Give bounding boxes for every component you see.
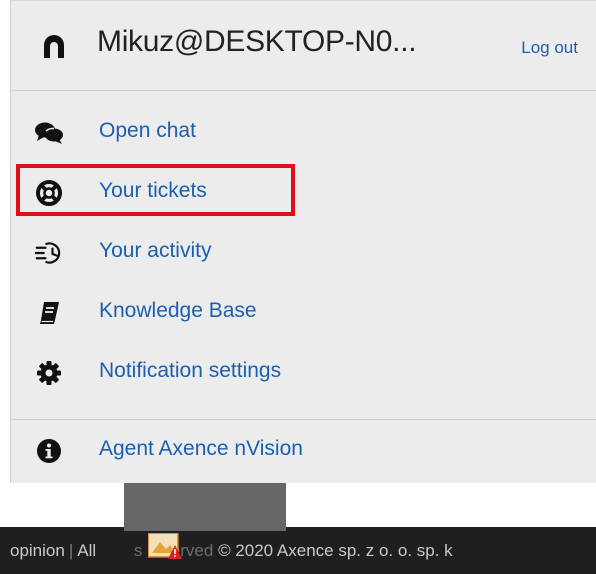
footer-bar: opinion | All s reserved © 2020 Axence sp.… xyxy=(0,527,596,574)
chat-bubbles-icon xyxy=(35,120,63,146)
menu-item-knowledge-base[interactable]: Knowledge Base xyxy=(11,283,596,343)
user-icon xyxy=(44,35,64,58)
menu-item-notification-settings[interactable]: Notification settings xyxy=(11,343,596,403)
logout-link[interactable]: Log out xyxy=(521,38,578,58)
menu-divider xyxy=(11,419,596,420)
footer-opinion-link[interactable]: opinion xyxy=(10,541,65,560)
info-icon xyxy=(35,438,63,464)
book-icon xyxy=(35,300,63,326)
highlight-box xyxy=(16,164,295,216)
username: Mikuz@DESKTOP-N0... xyxy=(97,25,417,58)
menu-item-label: Open chat xyxy=(99,119,196,142)
activity-clock-icon xyxy=(35,240,63,266)
footer-text: opinion | All s reserved © 2020 Axence sp.… xyxy=(10,541,453,561)
menu-item-your-activity[interactable]: Your activity xyxy=(11,223,596,283)
menu-item-open-chat[interactable]: Open chat xyxy=(11,103,596,163)
user-menu-panel: Mikuz@DESKTOP-N0... Log out Open chat Yo… xyxy=(10,0,596,483)
menu-item-label: Agent Axence nVision xyxy=(99,437,303,460)
menu-item-label: Notification settings xyxy=(99,359,282,382)
footer-separator: | xyxy=(68,541,74,560)
menu-header: Mikuz@DESKTOP-N0... Log out xyxy=(11,1,596,91)
menu-item-label: Knowledge Base xyxy=(99,299,257,322)
footer-rights-prefix: All xyxy=(77,541,97,560)
gear-icon xyxy=(35,360,63,386)
menu-item-agent-axence[interactable]: Agent Axence nVision xyxy=(11,421,596,481)
footer-copyright: © 2020 Axence sp. z o. o. sp. k xyxy=(218,541,453,560)
overlay-gray-block xyxy=(124,483,286,531)
menu-item-label: Your activity xyxy=(99,239,212,262)
broken-image-icon xyxy=(148,533,182,559)
